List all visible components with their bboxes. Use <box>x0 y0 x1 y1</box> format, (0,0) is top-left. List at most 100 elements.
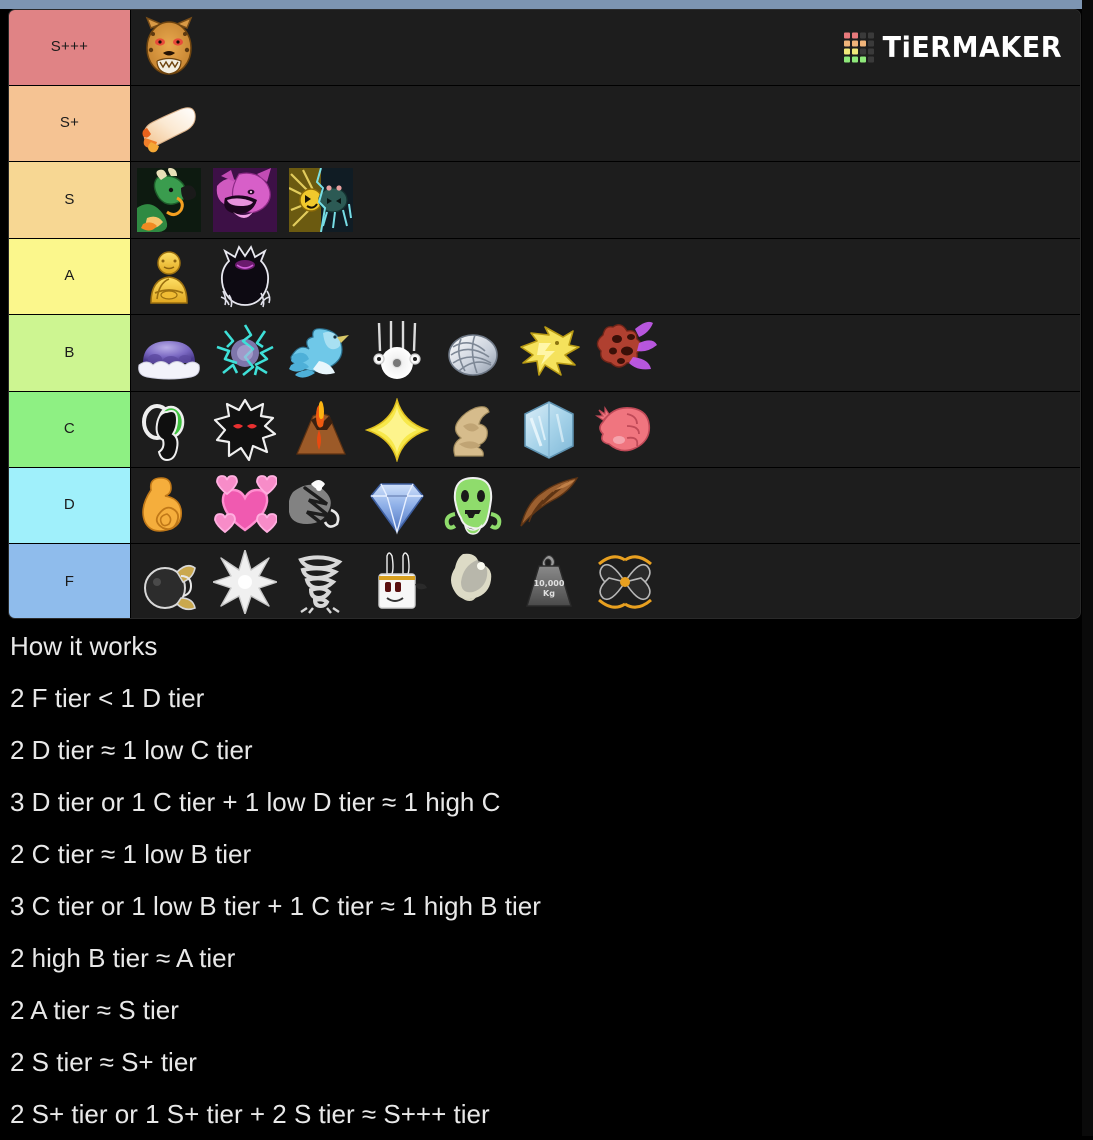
leopard-icon <box>131 10 207 85</box>
orange-spring-icon <box>131 468 207 543</box>
top-chrome-bar <box>0 0 1093 9</box>
tiermaker-grid-cell <box>843 32 850 39</box>
spin-blade-fruit[interactable] <box>587 544 663 618</box>
electric-orb-icon <box>207 315 283 391</box>
dark-fruit[interactable] <box>207 392 283 467</box>
tiermaker-grid-icon <box>843 32 874 63</box>
tier-label-f[interactable]: F <box>9 544 131 618</box>
notes-line: 3 D tier or 1 C tier + 1 low D tier ≈ 1 … <box>10 787 501 817</box>
tier-row-s: S <box>9 162 1080 239</box>
diamond-fruit[interactable] <box>359 468 435 543</box>
tier-label-b[interactable]: B <box>9 315 131 391</box>
phoenix-fruit[interactable] <box>283 315 359 391</box>
tier-row-c: C <box>9 392 1080 468</box>
tier-label-a[interactable]: A <box>9 239 131 314</box>
white-spike-icon <box>207 544 283 618</box>
notes-lines: 2 F tier < 1 D tier 2 D tier ≈ 1 low C ti… <box>10 672 1082 1140</box>
portal-fruit[interactable] <box>131 392 207 467</box>
yellow-bolt-icon <box>511 315 587 391</box>
tiermaker-grid-cell <box>859 32 866 39</box>
kilo-fruit[interactable]: 10,000 Kg <box>511 544 587 618</box>
light-fruit[interactable] <box>359 392 435 467</box>
sand-fruit[interactable] <box>435 392 511 467</box>
svg-text:10,000: 10,000 <box>534 579 565 588</box>
spin-fruit[interactable] <box>283 544 359 618</box>
tiermaker-grid-cell <box>867 56 874 63</box>
control-fruit[interactable] <box>207 315 283 391</box>
gas-fruit[interactable] <box>131 315 207 391</box>
barrier-fruit[interactable] <box>359 544 435 618</box>
falcon-fruit[interactable] <box>511 468 587 543</box>
bomb-fruit[interactable] <box>131 544 207 618</box>
how-it-works-notes: How it works 2 F tier < 1 D tier 2 D tier… <box>0 620 1082 1140</box>
ice-cube-icon <box>511 392 587 467</box>
spirit-orb-icon <box>359 315 435 391</box>
tier-row-a: A <box>9 239 1080 315</box>
right-chrome-bar <box>1082 0 1093 1136</box>
tiermaker-watermark: TiERMAKER <box>843 31 1062 64</box>
leopard-fruit[interactable] <box>131 10 207 85</box>
tier-row-splus: S+ <box>9 86 1080 162</box>
smoke-fruit[interactable] <box>435 544 511 618</box>
tierlist-page: S+++ TiERMAKER S+ S A B C D F 10,000 Kg How it wor… <box>0 0 1093 1140</box>
sand-icon <box>435 392 511 467</box>
white-rabbit-icon <box>359 544 435 618</box>
smoke-spike-icon <box>283 468 359 543</box>
string-fruit[interactable] <box>435 315 511 391</box>
shadow-icon <box>207 239 283 314</box>
tier-label-d[interactable]: D <box>9 468 131 543</box>
tiermaker-grid-cell <box>867 40 874 47</box>
tier-label-s[interactable]: S <box>9 162 131 238</box>
tier-label-c[interactable]: C <box>9 392 131 467</box>
green-dragon-icon <box>131 162 207 238</box>
love-fruit[interactable] <box>207 468 283 543</box>
tiermaker-grid-cell <box>859 48 866 55</box>
dough-lightning-fruit[interactable] <box>511 315 587 391</box>
pink-hearts-icon <box>207 468 283 543</box>
dark-spin-icon <box>587 544 663 618</box>
dragon-fruit[interactable] <box>131 162 207 238</box>
spike-star-fruit[interactable] <box>207 544 283 618</box>
tier-items-d <box>131 468 1080 543</box>
tiermaker-grid-cell <box>851 48 858 55</box>
ice-fruit[interactable] <box>511 392 587 467</box>
notes-line: 2 S+ tier or 1 S+ tier + 2 S tier ≈ S+++… <box>10 1099 490 1129</box>
notes-line: 2 F tier < 1 D tier <box>10 683 205 713</box>
tier-list-container: S+++ TiERMAKER S+ S A B C D F 10,000 Kg <box>8 9 1081 619</box>
magma-fruit[interactable] <box>283 392 359 467</box>
meteor-icon <box>587 315 663 391</box>
tier-items-c <box>131 392 1080 467</box>
dough-fruit[interactable] <box>131 86 207 161</box>
spring-fruit[interactable] <box>131 468 207 543</box>
tier-items-a <box>131 239 1080 314</box>
tiermaker-grid-cell <box>867 32 874 39</box>
spike-fruit[interactable] <box>283 468 359 543</box>
tier-row-b: B <box>9 315 1080 392</box>
yellow-star-icon <box>359 392 435 467</box>
tiermaker-grid-cell <box>843 40 850 47</box>
rumble-fruit[interactable] <box>283 162 359 238</box>
sun-lightning-icon <box>283 162 359 238</box>
ghost-fruit[interactable] <box>435 468 511 543</box>
blue-phoenix-icon <box>283 315 359 391</box>
spirit-fruit[interactable] <box>359 315 435 391</box>
magma-meteor-fruit[interactable] <box>587 315 663 391</box>
pink-fist-icon <box>587 392 663 467</box>
tiermaker-grid-cell <box>859 56 866 63</box>
bomb-icon <box>131 544 207 618</box>
brown-wing-icon <box>511 468 587 543</box>
dark-blob-icon <box>207 392 283 467</box>
tier-label-splus[interactable]: S+ <box>9 86 131 161</box>
buddha-fruit[interactable] <box>131 239 207 314</box>
svg-text:Kg: Kg <box>543 589 555 598</box>
notes-line: 2 D tier ≈ 1 low C tier <box>10 735 253 765</box>
purple-dragon-icon <box>207 162 283 238</box>
notes-line: 2 high B tier ≈ A tier <box>10 943 236 973</box>
shadow-fruit[interactable] <box>207 239 283 314</box>
venom-fruit[interactable] <box>207 162 283 238</box>
rubber-fruit[interactable] <box>587 392 663 467</box>
notes-line: 3 C tier or 1 low B tier + 1 C tier ≈ 1 … <box>10 891 541 921</box>
tier-label-splusplusplus[interactable]: S+++ <box>9 10 131 85</box>
tiermaker-grid-cell <box>867 48 874 55</box>
tiermaker-grid-cell <box>859 40 866 47</box>
